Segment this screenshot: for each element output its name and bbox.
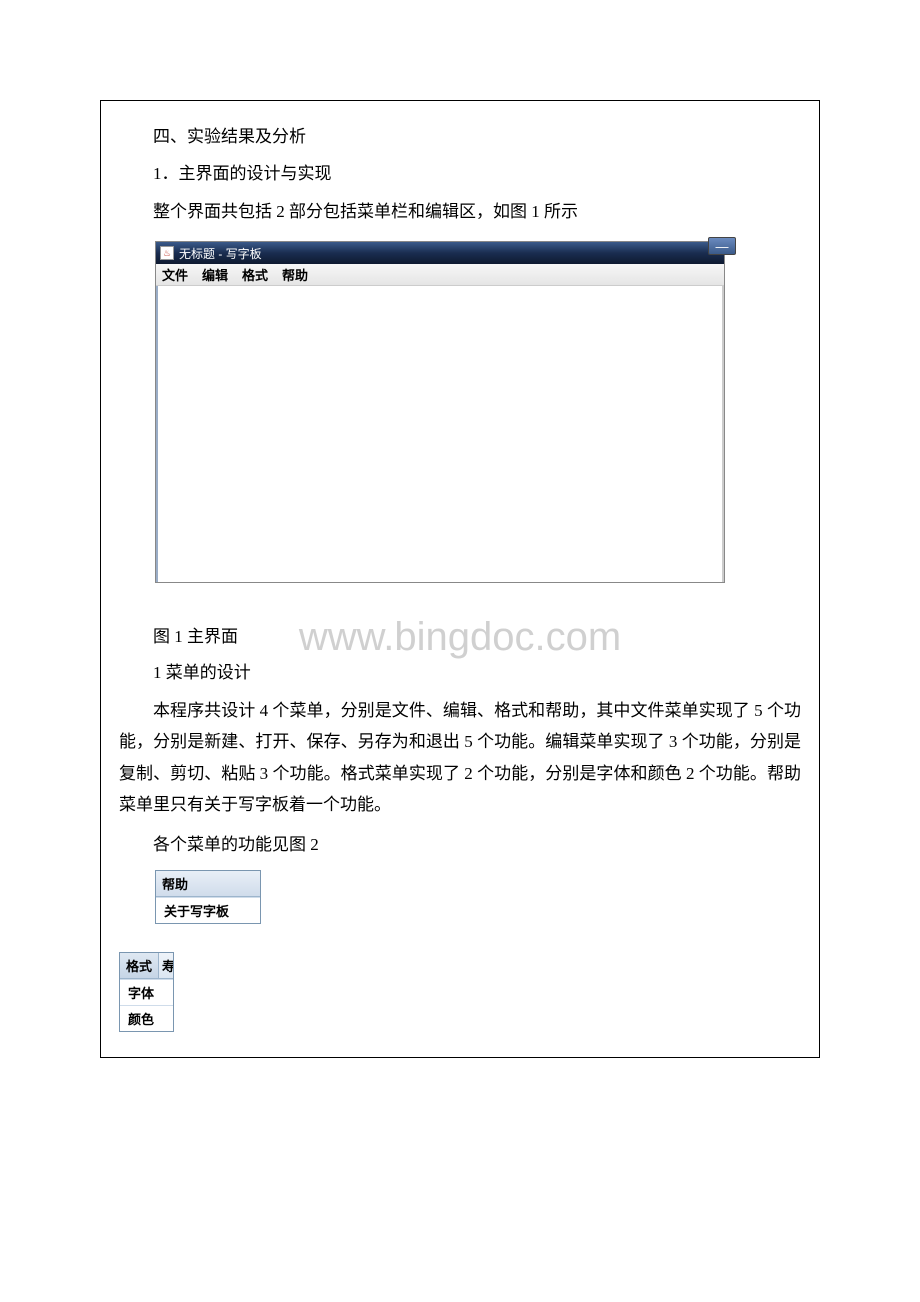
format-menu-figure-wrap: 格式 寿 字体 颜色 bbox=[119, 952, 819, 1032]
body-paragraph: 本程序共设计 4 个菜单，分别是文件、编辑、格式和帮助，其中文件菜单实现了 5 … bbox=[101, 695, 819, 821]
format-menu-figure: 格式 寿 字体 颜色 bbox=[119, 952, 174, 1032]
section-heading: 四、实验结果及分析 bbox=[101, 121, 819, 152]
body-line-2: 各个菜单的功能见图 2 bbox=[101, 829, 819, 860]
menubar: 文件 编辑 格式 帮助 bbox=[156, 264, 724, 286]
help-menu-figure: 帮助 关于写字板 bbox=[155, 870, 261, 924]
menu-format[interactable]: 格式 bbox=[242, 265, 268, 284]
menu-help[interactable]: 帮助 bbox=[282, 265, 308, 284]
help-menu-item-about[interactable]: 关于写字板 bbox=[156, 897, 260, 923]
figure-1-window: ♨ 无标题 - 写字板 — 文件 编辑 格式 帮助 bbox=[155, 241, 725, 583]
minimize-button[interactable]: — bbox=[708, 237, 736, 255]
editor-textarea[interactable] bbox=[156, 286, 724, 582]
java-icon: ♨ bbox=[160, 246, 174, 260]
subsection-title-2: 1 菜单的设计 bbox=[101, 657, 819, 688]
intro-paragraph: 整个界面共包括 2 部分包括菜单栏和编辑区，如图 1 所示 bbox=[101, 196, 819, 227]
figure-1-caption: 图 1 主界面 bbox=[101, 622, 256, 647]
window-title-text: 无标题 - 写字板 bbox=[179, 245, 262, 262]
menu-edit[interactable]: 编辑 bbox=[202, 265, 228, 284]
help-menu-header[interactable]: 帮助 bbox=[156, 871, 260, 897]
document-page: 四、实验结果及分析 1．主界面的设计与实现 整个界面共包括 2 部分包括菜单栏和… bbox=[100, 100, 820, 1058]
menu-file[interactable]: 文件 bbox=[162, 265, 188, 284]
subsection-title-1: 1．主界面的设计与实现 bbox=[101, 158, 819, 189]
window-titlebar: ♨ 无标题 - 写字板 — bbox=[156, 242, 724, 264]
adjacent-menu-fragment[interactable]: 寿 bbox=[159, 953, 173, 979]
content-area: 四、实验结果及分析 1．主界面的设计与实现 整个界面共包括 2 部分包括菜单栏和… bbox=[101, 101, 819, 1057]
format-menu-header-row: 格式 寿 bbox=[120, 953, 173, 979]
format-menu-item-color[interactable]: 颜色 bbox=[120, 1005, 173, 1031]
format-menu-header[interactable]: 格式 bbox=[120, 953, 159, 979]
format-menu-item-font[interactable]: 字体 bbox=[120, 979, 173, 1005]
